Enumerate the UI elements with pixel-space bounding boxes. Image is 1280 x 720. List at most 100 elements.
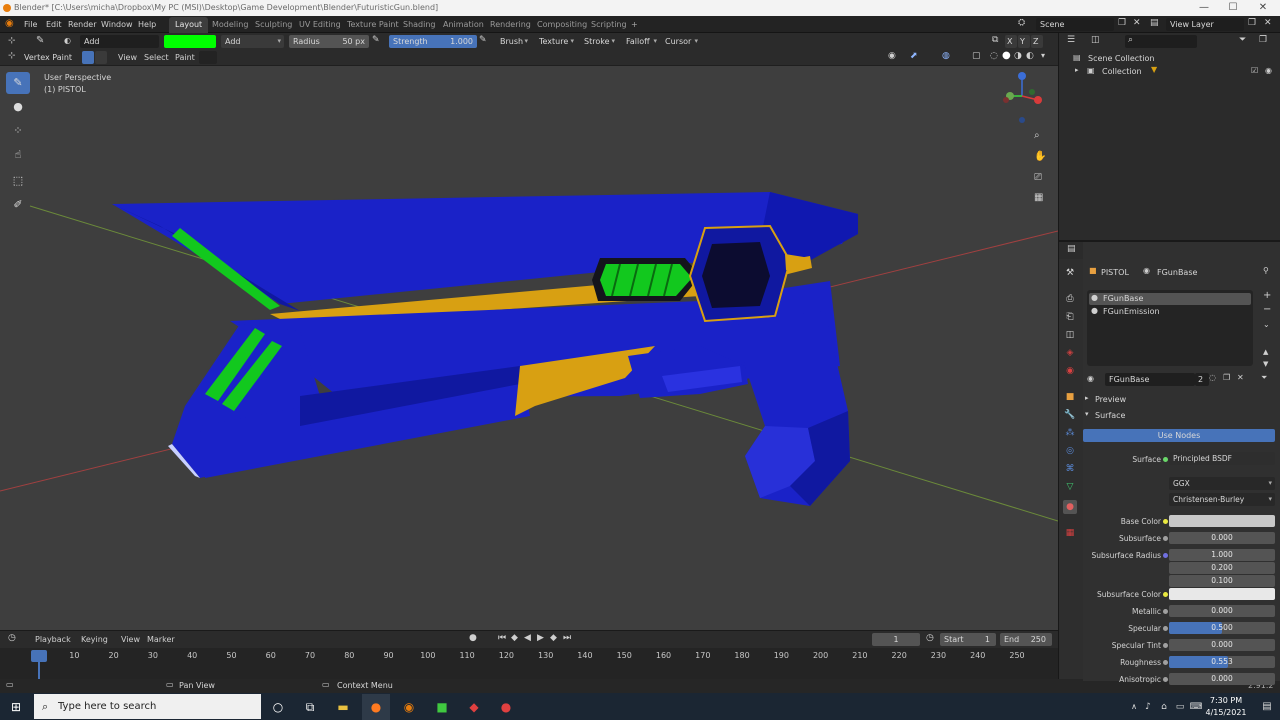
tab-scripting[interactable]: Scripting xyxy=(585,17,633,33)
menu-edit[interactable]: Edit xyxy=(46,16,62,33)
render-tab-icon[interactable]: ⎙ xyxy=(1063,292,1077,306)
shading-dropdown-icon[interactable]: ▾ xyxy=(1041,51,1045,60)
view-layer-tab-icon[interactable]: ◫ xyxy=(1063,328,1077,342)
start-menu-icon[interactable]: ⊞ xyxy=(2,694,30,720)
cursor-menu[interactable]: Cursor xyxy=(661,35,701,48)
value-slider[interactable]: 0.500 xyxy=(1169,622,1275,634)
brush-name-field[interactable]: Add xyxy=(80,35,159,48)
preview-panel-header[interactable]: Preview xyxy=(1095,395,1126,404)
surface-expand-icon[interactable]: ▾ xyxy=(1085,410,1089,418)
blend-mode-dropdown[interactable]: Add xyxy=(221,35,284,48)
start-frame-field[interactable]: Start 1 xyxy=(940,633,996,646)
browse-material-icon[interactable]: ◉ xyxy=(1087,374,1094,383)
new-scene-icon[interactable]: ❐ xyxy=(1118,18,1126,28)
duplicate-material-icon[interactable]: ❐ xyxy=(1223,373,1230,382)
scene-collection-label[interactable]: Scene Collection xyxy=(1088,54,1155,63)
material-name-field[interactable]: FGunBase xyxy=(1105,373,1195,386)
minimize-button[interactable]: — xyxy=(1191,0,1217,16)
delete-view-layer-icon[interactable]: ✕ xyxy=(1264,18,1272,28)
modifier-tab-icon[interactable]: 🔧 xyxy=(1063,408,1077,422)
delete-scene-icon[interactable]: ✕ xyxy=(1133,18,1141,28)
unlink-material-icon[interactable]: ✕ xyxy=(1237,373,1244,382)
end-frame-field[interactable]: End 250 xyxy=(1000,633,1052,646)
remove-slot-icon[interactable]: − xyxy=(1263,304,1271,315)
move-down-icon[interactable]: ▼ xyxy=(1263,360,1268,368)
tab-uv-editing[interactable]: UV Editing xyxy=(293,17,347,33)
collection-expand-icon[interactable]: ▸ xyxy=(1075,66,1079,74)
green-app-icon[interactable]: ■ xyxy=(428,694,456,720)
constraints-tab-icon[interactable]: ⌘ xyxy=(1063,462,1077,476)
menu-view[interactable]: View xyxy=(118,49,137,66)
battery-icon[interactable]: ▭ xyxy=(1172,694,1188,720)
brush-menu[interactable]: Brush xyxy=(496,35,531,48)
rendered-shading-icon[interactable]: ◐ xyxy=(1026,51,1034,61)
blender-taskbar-icon[interactable]: ◉ xyxy=(395,694,423,720)
value-slider[interactable]: 0.100 xyxy=(1169,575,1275,587)
object-tab-icon[interactable]: ■ xyxy=(1063,390,1077,404)
value-slider[interactable]: 0.000 xyxy=(1169,639,1275,651)
scene-tab-icon[interactable]: ◈ xyxy=(1063,346,1077,360)
annotate-tool-icon[interactable]: ✐ xyxy=(6,194,30,216)
file-explorer-icon[interactable]: ▬ xyxy=(329,694,357,720)
particles-tab-icon[interactable]: ⁂ xyxy=(1063,426,1077,440)
solid-shading-icon[interactable]: ● xyxy=(1002,50,1011,61)
marker-menu[interactable]: Marker xyxy=(147,631,175,648)
value-slider[interactable]: 0.000 xyxy=(1169,532,1275,544)
distribution-dropdown[interactable]: GGX xyxy=(1169,477,1275,490)
taskbar-search-box[interactable]: ⌕ Type here to search xyxy=(34,694,261,719)
material-users-count[interactable]: 2 xyxy=(1195,373,1209,386)
preview-range-icon[interactable]: ◷ xyxy=(926,633,934,643)
vertex-mask-toggle[interactable] xyxy=(95,51,107,64)
preview-expand-icon[interactable]: ▸ xyxy=(1085,394,1089,402)
add-slot-icon[interactable]: + xyxy=(1263,290,1271,301)
next-keyframe-icon[interactable]: ◆ xyxy=(550,633,557,643)
playhead[interactable] xyxy=(31,650,47,662)
physics-tab-icon[interactable]: ◎ xyxy=(1063,444,1077,458)
play-reverse-icon[interactable]: ◀ xyxy=(524,633,531,643)
box-select-tool-icon[interactable]: ⬚ xyxy=(6,170,30,192)
new-collection-icon[interactable]: ❐ xyxy=(1259,35,1267,45)
texture-menu[interactable]: Texture xyxy=(535,35,577,48)
red-app-icon[interactable]: ◆ xyxy=(460,694,488,720)
menu-paint[interactable]: Paint xyxy=(175,49,195,66)
face-mask-toggle[interactable] xyxy=(82,51,94,64)
jump-end-icon[interactable]: ⏭ xyxy=(563,633,571,643)
editor-type-icon[interactable]: ⊹ xyxy=(8,36,16,46)
tool-tab-icon[interactable]: ⚒ xyxy=(1063,266,1077,280)
current-frame-field[interactable]: 1 xyxy=(872,633,920,646)
brush-browse-icon[interactable]: ◐ xyxy=(64,36,71,45)
subsurface-method-dropdown[interactable]: Christensen-Burley xyxy=(1169,493,1275,506)
prev-keyframe-icon[interactable]: ◆ xyxy=(511,633,518,643)
maximize-button[interactable]: ☐ xyxy=(1220,0,1246,16)
value-slider[interactable]: 0.553 xyxy=(1169,656,1275,668)
clock-time[interactable]: 7:30 PM xyxy=(1204,696,1248,705)
surface-shader-field[interactable]: Principled BSDF xyxy=(1169,452,1275,465)
playback-menu[interactable]: Playback xyxy=(35,631,71,648)
jump-start-icon[interactable]: ⏮ xyxy=(498,633,506,643)
smear-tool-icon[interactable]: ☝ xyxy=(6,144,30,166)
material-tab-icon[interactable]: ● xyxy=(1063,500,1077,514)
new-view-layer-icon[interactable]: ❐ xyxy=(1248,18,1256,28)
network-icon[interactable]: ⌂ xyxy=(1156,694,1172,720)
timeline-view-menu[interactable]: View xyxy=(121,631,140,648)
falloff-menu[interactable]: Falloff xyxy=(622,35,660,48)
strength-field[interactable]: Strength 1.000 xyxy=(389,35,477,48)
output-tab-icon[interactable]: ⎗ xyxy=(1063,310,1077,324)
value-slider[interactable]: 0.200 xyxy=(1169,562,1275,574)
display-mode-icon[interactable]: ◫ xyxy=(1091,35,1100,45)
keying-menu[interactable]: Keying xyxy=(81,631,108,648)
zoom-icon[interactable]: ⌕ xyxy=(1034,130,1040,141)
material-slot-selected[interactable]: ● FGunBase xyxy=(1089,293,1251,305)
tab-layout[interactable]: Layout xyxy=(169,17,209,33)
outliner-editor-icon[interactable]: ☰ xyxy=(1067,35,1075,45)
gizmo-toggle-icon[interactable]: ⬈ xyxy=(910,51,918,61)
wireframe-shading-icon[interactable]: ◌ xyxy=(990,51,998,61)
color-swatch[interactable] xyxy=(1169,515,1275,527)
visibility-eye-icon[interactable]: ◉ xyxy=(1265,66,1272,75)
menu-file[interactable]: File xyxy=(24,16,37,33)
cortana-icon[interactable]: ○ xyxy=(264,694,292,720)
close-button[interactable]: ✕ xyxy=(1250,0,1276,16)
firefox-icon[interactable]: ● xyxy=(362,694,390,720)
3d-viewport[interactable]: User Perspective (1) PISTOL ⌕ ✋ ⎚ ▦ xyxy=(0,66,1058,630)
navigation-gizmo[interactable] xyxy=(998,70,1048,130)
